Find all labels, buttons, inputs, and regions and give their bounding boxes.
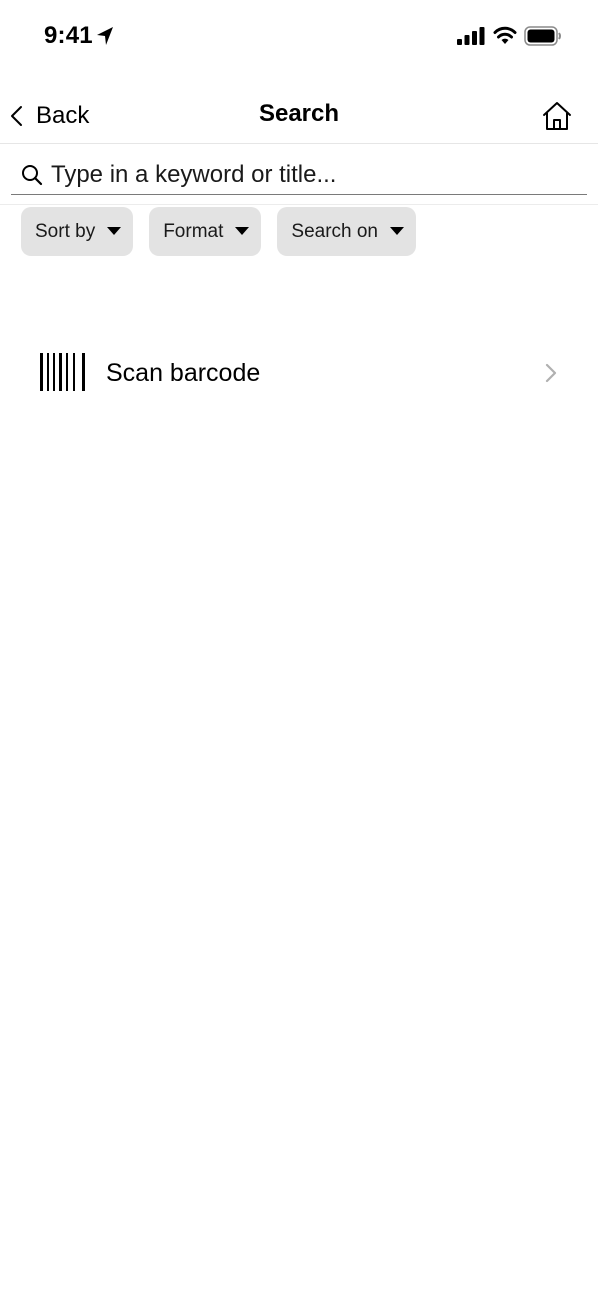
cellular-signal-icon xyxy=(457,27,485,45)
battery-icon xyxy=(524,26,561,46)
wifi-icon xyxy=(493,26,517,44)
search-bar xyxy=(0,145,598,205)
caret-down-icon xyxy=(107,227,122,235)
filter-row: Sort by Format Search on xyxy=(21,207,417,256)
location-arrow-icon xyxy=(97,27,113,45)
scan-barcode-label: Scan barcode xyxy=(106,359,261,387)
back-button[interactable]: Back xyxy=(8,98,89,134)
format-dropdown[interactable]: Format xyxy=(149,207,262,256)
back-label: Back xyxy=(36,102,90,129)
search-on-label: Search on xyxy=(291,220,379,242)
format-label: Format xyxy=(163,220,224,242)
barcode-icon xyxy=(40,353,85,391)
caret-down-icon xyxy=(235,227,250,235)
caret-down-icon xyxy=(390,227,405,235)
search-field[interactable] xyxy=(11,155,587,195)
home-icon[interactable] xyxy=(540,100,574,132)
search-input[interactable] xyxy=(51,160,551,189)
sort-by-dropdown[interactable]: Sort by xyxy=(21,207,134,256)
chevron-left-icon xyxy=(11,106,22,126)
search-icon xyxy=(22,164,43,185)
search-on-dropdown[interactable]: Search on xyxy=(277,207,417,256)
status-time: 9:41 xyxy=(44,22,93,49)
status-bar: 9:41 xyxy=(0,0,598,72)
chevron-right-icon xyxy=(545,363,557,383)
page-title: Search xyxy=(258,100,340,127)
sort-by-label: Sort by xyxy=(35,220,96,242)
navigation-bar: Search Back xyxy=(0,90,598,144)
scan-barcode-row[interactable]: Scan barcode xyxy=(0,340,598,406)
